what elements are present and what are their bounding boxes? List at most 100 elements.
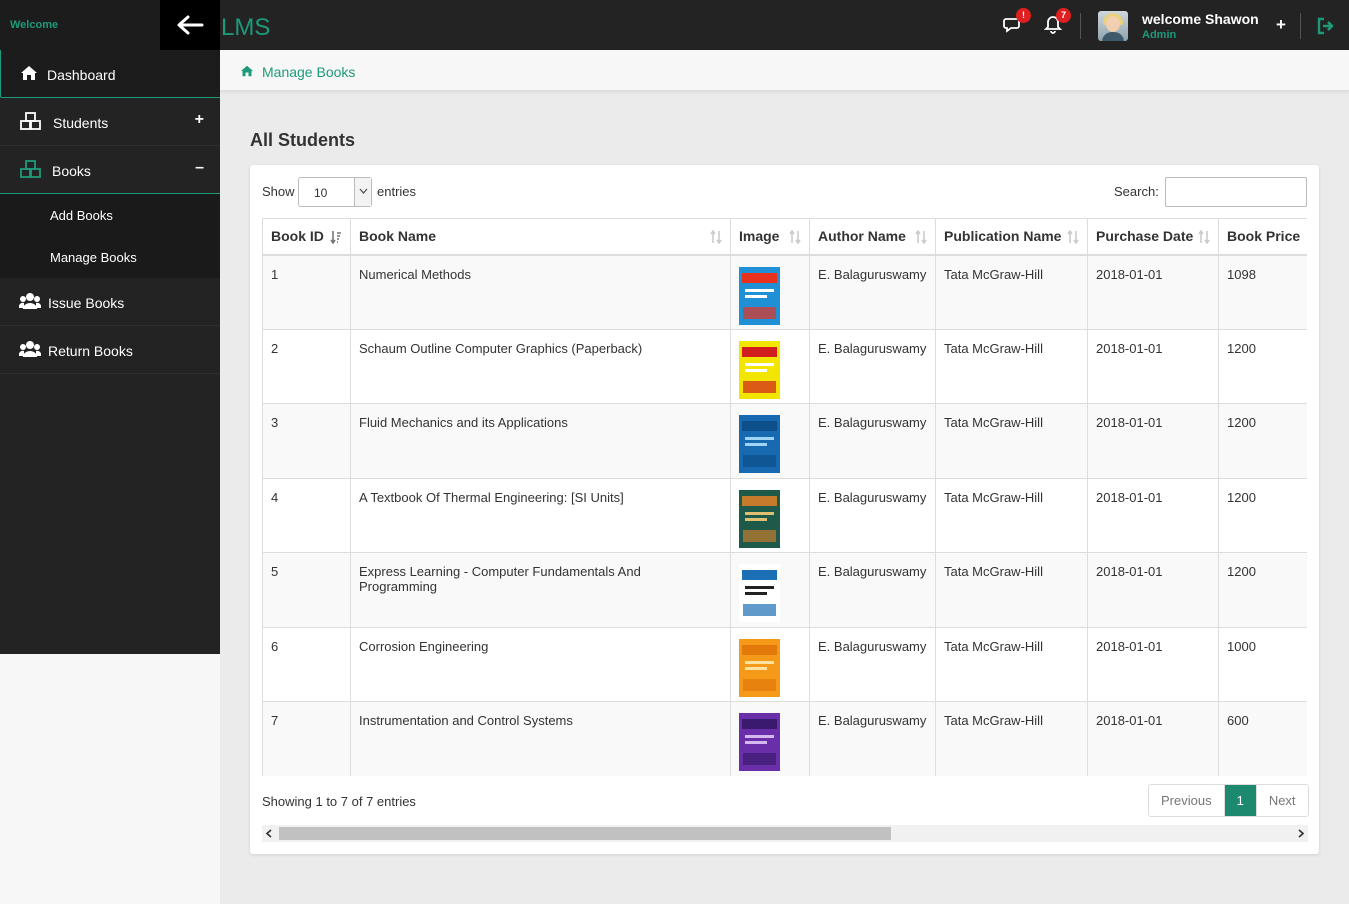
scroll-right-icon[interactable]	[1298, 829, 1304, 838]
avatar[interactable]	[1098, 11, 1128, 41]
cell-author-name: E. Balaguruswamy	[809, 626, 936, 702]
cell-purchase-date: 2018-01-01	[1087, 626, 1219, 702]
sidebar-item-label: Dashboard	[47, 67, 116, 83]
entries-per-page-select[interactable]: 10	[298, 177, 372, 207]
next-page-button[interactable]: Next	[1256, 785, 1308, 816]
breadcrumb: Manage Books	[220, 50, 1349, 90]
cell-author-name: E. Balaguruswamy	[809, 403, 936, 479]
sidebar-item-label: Books	[52, 163, 91, 179]
column-header-book-id[interactable]: Book ID	[262, 218, 351, 256]
home-icon	[241, 65, 253, 77]
book-cover-image[interactable]	[739, 489, 780, 548]
book-cover-image[interactable]	[739, 415, 780, 473]
scrollbar-thumb[interactable]	[279, 827, 891, 840]
column-header-author-name[interactable]: Author Name	[809, 218, 936, 256]
expand-toggle[interactable]: +	[195, 111, 204, 129]
column-header-label: Publication Name	[944, 228, 1062, 245]
user-greeting[interactable]: welcome Shawon	[1142, 11, 1259, 27]
sidebar-item-students[interactable]: Students +	[0, 98, 220, 146]
sign-out-icon	[1317, 17, 1334, 35]
breadcrumb-current[interactable]: Manage Books	[262, 64, 355, 80]
book-cover-image[interactable]	[739, 340, 780, 399]
table-header-row: Book ID Book Name Image Author Name Publicat…	[262, 218, 1307, 256]
cell-book-id: 6	[262, 626, 351, 702]
sort-icon	[1198, 230, 1210, 244]
notifications-button[interactable]: 7	[1043, 8, 1071, 37]
users-icon	[19, 341, 41, 357]
collapse-toggle[interactable]: –	[195, 159, 204, 177]
sidebar-item-dashboard[interactable]: Dashboard	[0, 50, 220, 98]
cell-book-price: 1200	[1218, 552, 1307, 628]
user-menu-expand-button[interactable]: +	[1276, 15, 1286, 35]
table-row: 5 Express Learning - Computer Fundamental…	[262, 552, 1307, 628]
submenu-item-manage-books[interactable]: Manage Books	[0, 236, 220, 278]
sort-icon	[915, 230, 927, 244]
messages-button[interactable]: !	[1003, 8, 1031, 37]
column-header-publication-name[interactable]: Publication Name	[935, 218, 1088, 256]
page-1-button[interactable]: 1	[1224, 785, 1257, 816]
book-cover-image[interactable]	[739, 564, 780, 622]
entries-per-page-value: 10	[314, 186, 328, 200]
submenu-item-add-books[interactable]: Add Books	[0, 194, 220, 236]
previous-page-button[interactable]: Previous	[1149, 785, 1225, 816]
cell-book-id: 5	[262, 552, 351, 628]
books-table-container: Book ID Book Name Image Author Name Publicat…	[262, 218, 1307, 776]
cell-purchase-date: 2018-01-01	[1087, 254, 1219, 330]
cell-publication-name: Tata McGraw-Hill	[935, 403, 1088, 479]
table-info: Showing 1 to 7 of 7 entries	[262, 794, 416, 809]
cell-book-price: 1200	[1218, 477, 1307, 553]
sidebar-item-label: Return Books	[48, 343, 133, 359]
column-header-purchase-date[interactable]: Purchase Date	[1087, 218, 1219, 256]
cell-author-name: E. Balaguruswamy	[809, 254, 936, 330]
cell-author-name: E. Balaguruswamy	[809, 328, 936, 404]
books-table: Book ID Book Name Image Author Name Publicat…	[262, 218, 1307, 776]
scroll-left-icon[interactable]	[266, 829, 272, 838]
sidebar-toggle-button[interactable]	[160, 0, 220, 50]
cell-book-name: Express Learning - Computer Fundamentals…	[350, 552, 731, 628]
cell-author-name: E. Balaguruswamy	[809, 701, 936, 776]
cell-book-id: 3	[262, 403, 351, 479]
sidebar: Dashboard Students + Books – Add Books M…	[0, 50, 220, 654]
show-label: Show	[262, 184, 295, 199]
book-cover-cell	[730, 403, 810, 479]
cell-publication-name: Tata McGraw-Hill	[935, 552, 1088, 628]
cell-author-name: E. Balaguruswamy	[809, 552, 936, 628]
sort-ascending-icon	[330, 231, 341, 244]
cell-purchase-date: 2018-01-01	[1087, 477, 1219, 553]
cell-publication-name: Tata McGraw-Hill	[935, 254, 1088, 330]
search-label: Search:	[1114, 184, 1159, 199]
cell-author-name: E. Balaguruswamy	[809, 477, 936, 553]
book-cover-image[interactable]	[739, 266, 780, 325]
sort-icon	[710, 230, 722, 244]
home-icon	[21, 66, 37, 80]
column-header-book-name[interactable]: Book Name	[350, 218, 731, 256]
search-input[interactable]	[1165, 177, 1307, 207]
cell-book-price: 600	[1218, 701, 1307, 776]
books-submenu: Add Books Manage Books	[0, 194, 220, 278]
cell-publication-name: Tata McGraw-Hill	[935, 477, 1088, 553]
cell-book-price: 1200	[1218, 403, 1307, 479]
column-header-label: Author Name	[818, 228, 906, 245]
book-cover-image[interactable]	[739, 638, 780, 697]
table-row: 3 Fluid Mechanics and its Applications E. …	[262, 403, 1307, 479]
book-cover-image[interactable]	[739, 713, 780, 771]
app-name: LMS	[221, 14, 271, 41]
horizontal-scrollbar[interactable]	[262, 825, 1308, 842]
table-row: 6 Corrosion Engineering E. Balaguruswamy Ta…	[262, 626, 1307, 702]
cell-book-price: 1200	[1218, 328, 1307, 404]
book-cover-cell	[730, 626, 810, 702]
sidebar-below-area	[0, 654, 220, 904]
cell-book-name: Fluid Mechanics and its Applications	[350, 403, 731, 479]
sidebar-item-books[interactable]: Books –	[0, 146, 220, 194]
cell-purchase-date: 2018-01-01	[1087, 403, 1219, 479]
column-header-image[interactable]: Image	[730, 218, 810, 256]
column-header-book-price[interactable]: Book Price	[1218, 218, 1307, 256]
cell-book-id: 1	[262, 254, 351, 330]
cell-book-name: Numerical Methods	[350, 254, 731, 330]
cell-purchase-date: 2018-01-01	[1087, 328, 1219, 404]
sidebar-item-return-books[interactable]: Return Books	[0, 326, 220, 374]
logout-button[interactable]	[1316, 16, 1338, 38]
column-header-label: Image	[739, 228, 780, 245]
top-bar: Welcome LMS ! 7 welcome Shawon Admin +	[0, 0, 1349, 50]
sidebar-item-issue-books[interactable]: Issue Books	[0, 278, 220, 326]
